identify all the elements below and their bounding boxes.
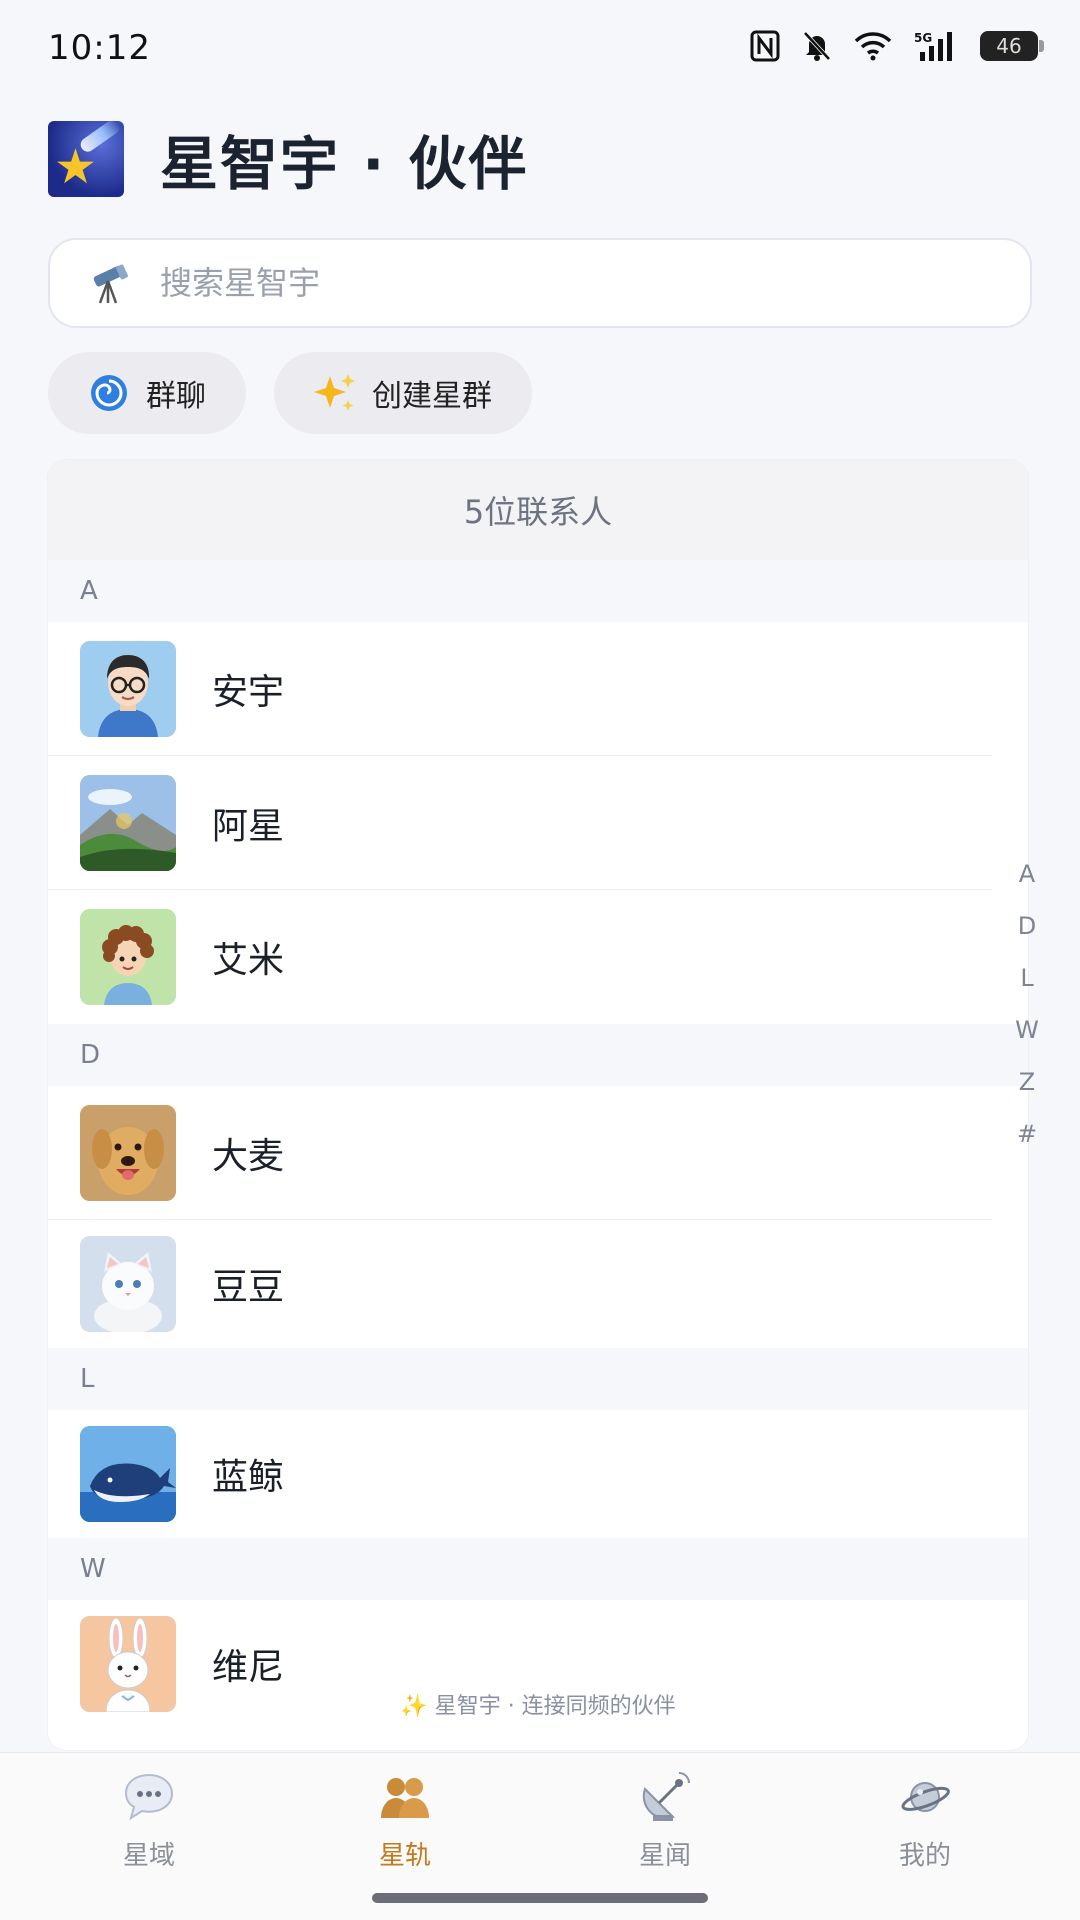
section-header-w: W	[48, 1538, 1028, 1600]
battery-icon: 46	[980, 31, 1044, 61]
nav-tab-xinggui[interactable]: 星轨	[335, 1769, 475, 1872]
section-header-a: A	[48, 560, 1028, 622]
shooting-star-icon: ★	[48, 121, 124, 197]
search-box[interactable]	[48, 238, 1032, 328]
planet-icon	[897, 1769, 953, 1825]
index-letter-hash[interactable]: #	[1010, 1108, 1044, 1160]
footer-slogan: ✨ 星智宇 · 连接同频的伙伴	[400, 1694, 676, 1719]
home-indicator[interactable]	[372, 1893, 708, 1903]
nfc-icon	[750, 30, 780, 62]
create-group-label: 创建星群	[372, 379, 492, 414]
contact-name: 艾米	[212, 940, 285, 981]
section-header-l: L	[48, 1348, 1028, 1410]
people-icon	[377, 1769, 433, 1825]
nav-tab-mine[interactable]: 我的	[855, 1769, 995, 1872]
group-chat-label: 群聊	[146, 379, 206, 414]
contacts-screen: 10:12 5G 46 ★ 星智宇 · 伙伴 搜索星智宇 群聊 创建星群 5位联…	[0, 0, 1080, 1920]
section-header-d: D	[48, 1024, 1028, 1086]
contact-row-damai[interactable]: 大麦	[48, 1086, 1028, 1220]
status-icons: 5G 46	[750, 30, 1044, 62]
index-letter-l[interactable]: L	[1010, 952, 1044, 1004]
nav-label: 星闻	[638, 1841, 691, 1871]
group-chat-button[interactable]: 群聊	[48, 352, 246, 434]
contact-row-lanjing[interactable]: 蓝鲸	[48, 1410, 1028, 1538]
avatar	[80, 641, 176, 737]
avatar	[80, 909, 176, 1005]
sparkles-icon	[314, 372, 356, 414]
nav-label: 星轨	[378, 1841, 431, 1871]
satellite-dish-icon	[637, 1769, 693, 1825]
avatar	[80, 775, 176, 871]
quick-actions: 群聊 创建星群	[48, 352, 532, 434]
avatar	[80, 1426, 176, 1522]
bell-muted-icon	[802, 30, 832, 62]
svg-text:5G: 5G	[914, 31, 932, 45]
cyclone-icon	[88, 372, 130, 414]
nav-label: 星域	[122, 1841, 175, 1871]
contact-name: 安宇	[212, 672, 285, 713]
avatar	[80, 1105, 176, 1201]
contact-row-aimi[interactable]: 艾米	[48, 890, 1028, 1024]
speech-bubble-icon	[121, 1769, 177, 1825]
signal-5g-icon: 5G	[914, 30, 958, 62]
create-group-button[interactable]: 创建星群	[274, 352, 532, 434]
telescope-icon	[86, 259, 134, 307]
contacts-list: 5位联系人 A 安宇 阿星 艾米 D 大麦 豆豆 L 蓝鲸 W 维尼 ✨ 星智宇…	[48, 460, 1028, 1750]
contact-name: 维尼	[212, 1647, 285, 1688]
index-letter-w[interactable]: W	[1010, 1004, 1044, 1056]
status-time: 10:12	[48, 28, 151, 68]
index-letter-d[interactable]: D	[1010, 900, 1044, 952]
app-header: ★ 星智宇 · 伙伴	[48, 120, 528, 198]
index-letter-a[interactable]: A	[1010, 848, 1044, 900]
wifi-icon	[854, 31, 892, 61]
avatar	[80, 1236, 176, 1332]
contact-row-axing[interactable]: 阿星	[48, 756, 1028, 890]
contact-name: 阿星	[212, 806, 285, 847]
index-letter-z[interactable]: Z	[1010, 1056, 1044, 1108]
contact-row-doudou[interactable]: 豆豆	[48, 1220, 1028, 1348]
nav-label: 我的	[898, 1841, 951, 1871]
bottom-nav: 星域 星轨 星闻 我的	[0, 1752, 1080, 1920]
contact-name: 豆豆	[212, 1267, 285, 1308]
alphabet-index[interactable]: A D L W Z #	[1010, 848, 1044, 1160]
contact-row-anyu[interactable]: 安宇	[48, 622, 1028, 756]
contact-count: 5位联系人	[48, 460, 1028, 560]
contact-name: 蓝鲸	[212, 1457, 285, 1498]
page-title: 星智宇 · 伙伴	[160, 130, 529, 198]
status-bar: 10:12 5G 46	[0, 0, 1080, 100]
search-input[interactable]	[160, 264, 960, 302]
nav-tab-xingwen[interactable]: 星闻	[595, 1769, 735, 1872]
contact-name: 大麦	[212, 1136, 285, 1177]
nav-tab-xingyu[interactable]: 星域	[79, 1769, 219, 1872]
